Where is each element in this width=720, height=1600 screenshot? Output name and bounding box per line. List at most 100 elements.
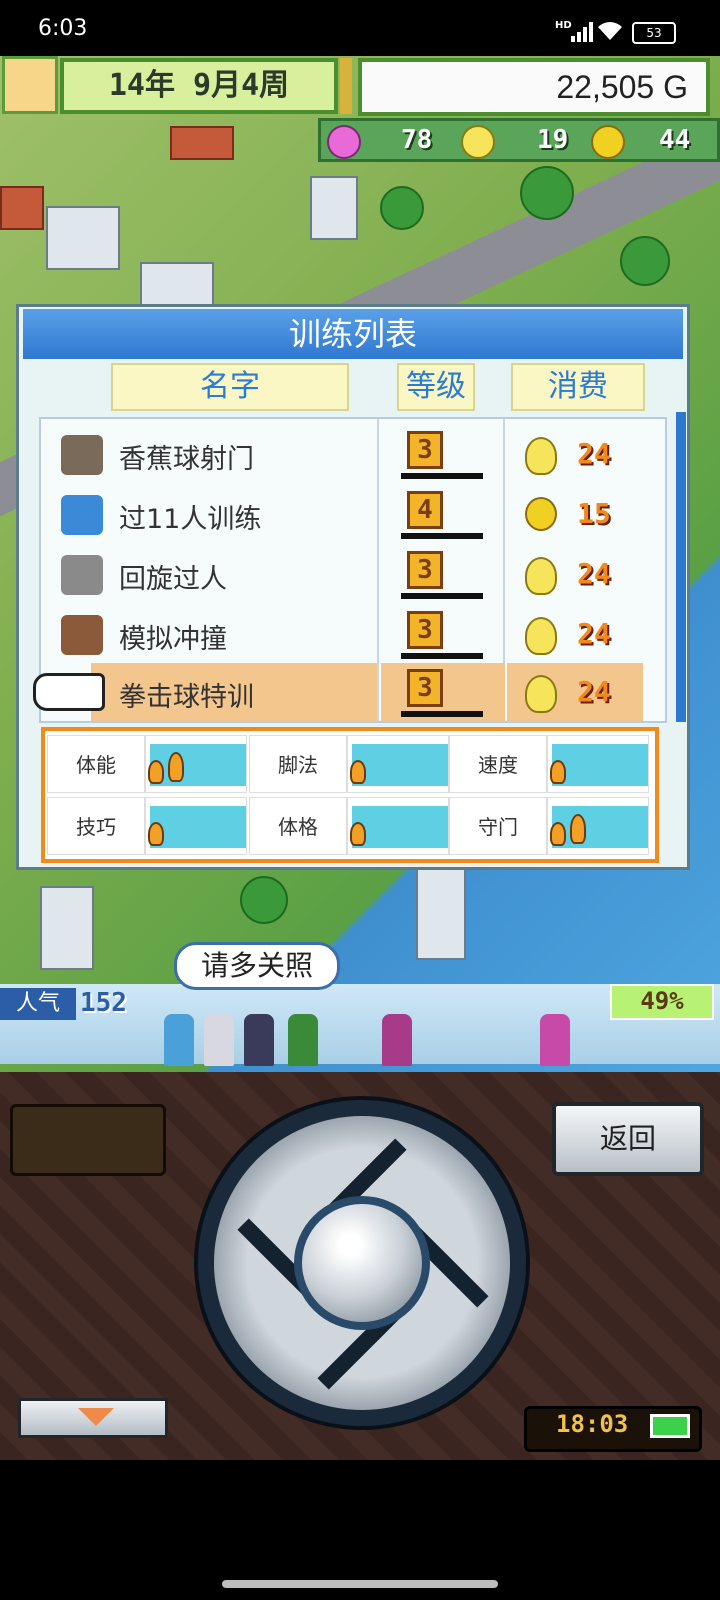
training-item[interactable]: 回旋过人 3 24 — [41, 545, 665, 603]
training-name: 模拟冲撞 — [119, 624, 227, 655]
clock-time: 18:03 — [556, 1410, 629, 1438]
shoot-icon — [61, 435, 103, 475]
cost-value: 24 — [577, 557, 611, 590]
coin-icon — [525, 497, 557, 531]
level-badge: 4 — [407, 491, 443, 529]
level-bar — [401, 593, 483, 599]
dialog-title: 训练列表 — [23, 309, 683, 359]
attr-label: 体能 — [47, 735, 145, 793]
attr-label: 体格 — [249, 797, 347, 855]
lcd-display — [10, 1104, 166, 1176]
flame-icon — [550, 822, 566, 846]
training-list-dialog: 训练列表 名字 等级 消费 香蕉球射门 3 24 过11人训练 4 15 回旋过… — [16, 304, 690, 870]
coin-value: 44 — [659, 125, 691, 155]
player-sprite — [540, 1014, 570, 1066]
attr-label: 技巧 — [47, 797, 145, 855]
header-name: 名字 — [111, 363, 349, 411]
tree — [380, 186, 424, 230]
flame-icon — [350, 760, 366, 784]
building — [40, 886, 94, 970]
level-bar — [401, 473, 483, 479]
cost-value: 24 — [577, 617, 611, 650]
lightbulb-icon — [525, 437, 557, 475]
town-rank-icon[interactable] — [2, 56, 58, 114]
battery-icon: 53 — [632, 22, 676, 44]
level-badge: 3 — [407, 551, 443, 589]
training-name: 过11人训练 — [119, 504, 262, 535]
player-sprite — [288, 1014, 318, 1066]
training-name: 香蕉球射门 — [119, 444, 254, 475]
cost-value: 24 — [577, 437, 611, 470]
header-cost: 消费 — [511, 363, 645, 411]
cost-value: 15 — [577, 497, 611, 530]
lightbulb-icon — [525, 675, 557, 713]
attr-gauge — [347, 797, 449, 855]
attr-label: 守门 — [449, 797, 547, 855]
training-item[interactable]: 香蕉球射门 3 24 — [41, 425, 665, 483]
flame-icon — [148, 822, 164, 846]
status-bar: 6:03 HD 53 — [0, 0, 720, 56]
training-item-selected[interactable]: 拳击球特训 3 24 — [33, 663, 665, 721]
attr-label: 速度 — [449, 735, 547, 793]
popularity-value: 152 — [80, 988, 127, 1018]
building-roof — [0, 186, 44, 230]
flame-icon — [550, 760, 566, 784]
dpad-center-button[interactable] — [294, 1196, 430, 1330]
cost-value: 24 — [577, 675, 611, 708]
building — [140, 262, 214, 306]
attr-gauge — [347, 735, 449, 793]
training-name: 拳击球特训 — [119, 682, 254, 713]
attr-gauge — [145, 797, 247, 855]
coin-icon — [591, 125, 625, 159]
hud-divider — [340, 58, 352, 114]
tree — [520, 166, 574, 220]
idea-value: 19 — [537, 125, 569, 155]
money-display: 22,505 G — [358, 58, 710, 116]
attribute-panel: 体能 脚法 速度 技巧 体格 守门 — [41, 727, 659, 863]
level-badge: 3 — [407, 611, 443, 649]
player-sprite — [382, 1014, 412, 1066]
lightbulb-icon — [525, 617, 557, 655]
speech-bubble: 请多关照 — [174, 942, 340, 990]
training-list[interactable]: 香蕉球射门 3 24 过11人训练 4 15 回旋过人 3 24 模拟冲撞 3 … — [33, 417, 667, 723]
tackle-icon — [61, 615, 103, 655]
flame-icon — [570, 814, 586, 844]
training-name: 回旋过人 — [119, 564, 227, 595]
attr-label: 脚法 — [249, 735, 347, 793]
heart-icon — [327, 125, 361, 159]
spin-dribble-icon — [61, 555, 103, 595]
header-level: 等级 — [397, 363, 475, 411]
percent-badge: 49% — [610, 984, 714, 1020]
popularity-label: 人气 — [0, 988, 76, 1020]
game-date: 14年 9月4周 — [60, 58, 338, 114]
building — [310, 176, 358, 240]
wifi-icon — [598, 22, 622, 40]
player-sprite — [244, 1014, 274, 1066]
building-roof — [170, 126, 234, 160]
back-button[interactable]: 返回 — [552, 1102, 704, 1176]
list-scrollbar[interactable] — [676, 412, 686, 722]
status-time: 6:03 — [38, 16, 88, 41]
player-sprite — [164, 1014, 194, 1066]
pointer-hand-icon — [33, 673, 105, 711]
building — [416, 866, 466, 960]
level-badge: 3 — [407, 669, 443, 707]
level-bar — [401, 533, 483, 539]
resource-bar: 78 19 44 — [318, 118, 720, 162]
signal-icon — [571, 22, 593, 42]
flame-icon — [148, 760, 164, 784]
flame-icon — [350, 822, 366, 846]
training-item[interactable]: 模拟冲撞 3 24 — [41, 605, 665, 663]
level-badge: 3 — [407, 431, 443, 469]
attr-gauge — [547, 735, 649, 793]
tree — [240, 876, 288, 924]
lightbulb-icon — [461, 125, 495, 159]
dribble-icon — [61, 495, 103, 535]
attr-gauge — [547, 797, 649, 855]
training-item[interactable]: 过11人训练 4 15 — [41, 485, 665, 543]
player-sprite — [204, 1014, 234, 1066]
home-indicator[interactable] — [222, 1580, 498, 1588]
flame-icon — [168, 752, 184, 782]
battery-icon — [650, 1414, 690, 1438]
level-bar — [401, 711, 483, 717]
